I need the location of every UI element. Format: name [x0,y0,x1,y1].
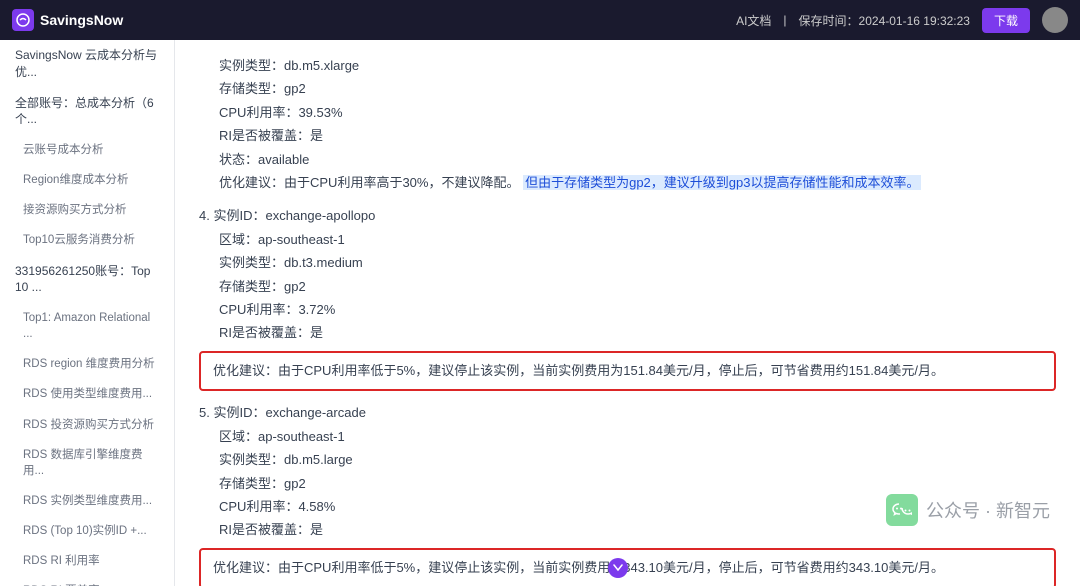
content-area: 实例类型：db.m5.xlarge 存储类型：gp2 CPU利用率：39.53%… [175,40,1080,586]
sidebar-item-rds-purchase[interactable]: RDS 投资源购买方式分析 [0,410,174,440]
instance3-cpu: CPU利用率：39.53% [219,101,1056,124]
separator: | [783,13,786,27]
instance5-storage: 存储类型：gp2 [219,472,1056,495]
instance3-type: 实例类型：db.m5.xlarge [219,54,1056,77]
instance4-ri: RI是否被覆盖：是 [219,321,1056,344]
sidebar-item-region-cost[interactable]: Region维度成本分析 [0,165,174,195]
watermark: 公众号 · 新智元 [886,494,1050,526]
sidebar-item-rds-region[interactable]: RDS region 维度费用分析 [0,349,174,379]
instance4-storage: 存储类型：gp2 [219,275,1056,298]
sidebar-item-top1-rds[interactable]: Top1: Amazon Relational ... [0,303,174,349]
sidebar-item-rds-top10[interactable]: RDS (Top 10)实例ID +... [0,516,174,546]
scroll-indicator[interactable] [608,558,628,578]
instance4-details: 区域：ap-southeast-1 实例类型：db.t3.medium 存储类型… [199,228,1056,345]
instance4-id: 实例ID：exchange-apollopo [213,208,375,223]
save-time: 保存时间：2024-01-16 19:32:23 [799,12,970,29]
logo-text: SavingsNow [40,12,123,28]
sidebar-item-cloud-cost[interactable]: 云账号成本分析 [0,135,174,165]
instance4-region: 区域：ap-southeast-1 [219,228,1056,251]
sidebar-item-rds-db[interactable]: RDS 数据库引擎维度费用... [0,440,174,486]
sidebar: SavingsNow 云成本分析与优... 全部账号：总成本分析（6个... 云… [0,40,175,586]
instance5-alert-text: 优化建议：由于CPU利用率低于5%，建议停止该实例，当前实例费用为343.10美… [213,560,944,575]
instance4-header: 4. 实例ID：exchange-apollopo [199,204,1056,227]
logo: SavingsNow [12,9,123,31]
watermark-label: 公众号 · 新智元 [926,497,1050,523]
sidebar-item-top10-service[interactable]: Top10云服务消费分析 [0,225,174,255]
instance5-number: 5. [199,405,213,420]
sidebar-item-rds-ri-rate[interactable]: RDS RI 利用率 [0,546,174,576]
sidebar-item-purchase-mode[interactable]: 接资源购买方式分析 [0,195,174,225]
header: SavingsNow AI文档 | 保存时间：2024-01-16 19:32:… [0,0,1080,40]
sidebar-item-overview[interactable]: SavingsNow 云成本分析与优... [0,40,174,88]
sidebar-item-rds-usage-type[interactable]: RDS 使用类型维度费用... [0,379,174,409]
instance3-block: 实例类型：db.m5.xlarge 存储类型：gp2 CPU利用率：39.53%… [199,54,1056,194]
instance4-alert-text: 优化建议：由于CPU利用率低于5%，建议停止该实例，当前实例费用为151.84美… [213,363,944,378]
instance5-region: 区域：ap-southeast-1 [219,425,1056,448]
instance5-header: 5. 实例ID：exchange-arcade [199,401,1056,424]
avatar [1042,7,1068,33]
ai-doc-label: AI文档 [736,12,771,29]
header-right: AI文档 | 保存时间：2024-01-16 19:32:23 下载 [736,7,1068,33]
instance4-alert: 优化建议：由于CPU利用率低于5%，建议停止该实例，当前实例费用为151.84美… [199,351,1056,392]
instance3-advice: 优化建议：由于CPU利用率高于30%，不建议降配。 但由于存储类型为gp2，建议… [219,171,1056,194]
instance3-status: 状态：available [219,148,1056,171]
instance4-cpu: CPU利用率：3.72% [219,298,1056,321]
instance3-storage: 存储类型：gp2 [219,77,1056,100]
logo-icon [12,9,34,31]
advice-prefix: 优化建议：由于CPU利用率高于30%，不建议降配。 [219,175,519,190]
instance3-ri: RI是否被覆盖：是 [219,124,1056,147]
wechat-icon [886,494,918,526]
instance4-number: 4. [199,208,213,223]
sidebar-item-rds-ri-coverage[interactable]: RDS RI 覆盖率 [0,576,174,586]
instance5-alert: 优化建议：由于CPU利用率低于5%，建议停止该实例，当前实例费用为343.10美… [199,548,1056,586]
instance4-type: 实例类型：db.t3.medium [219,251,1056,274]
main-layout: SavingsNow 云成本分析与优... 全部账号：总成本分析（6个... 云… [0,40,1080,586]
instance4-block: 4. 实例ID：exchange-apollopo 区域：ap-southeas… [199,204,1056,391]
sidebar-item-account-top10[interactable]: 331956261250账号：Top 10 ... [0,256,174,304]
download-button[interactable]: 下载 [982,8,1030,33]
sidebar-item-rds-instance-type[interactable]: RDS 实例类型维度费用... [0,486,174,516]
sidebar-item-all-accounts[interactable]: 全部账号：总成本分析（6个... [0,88,174,136]
advice-blue-highlight: 但由于存储类型为gp2，建议升级到gp3以提高存储性能和成本效率。 [523,175,921,190]
instance5-id: 实例ID：exchange-arcade [213,405,365,420]
instance5-type: 实例类型：db.m5.large [219,448,1056,471]
